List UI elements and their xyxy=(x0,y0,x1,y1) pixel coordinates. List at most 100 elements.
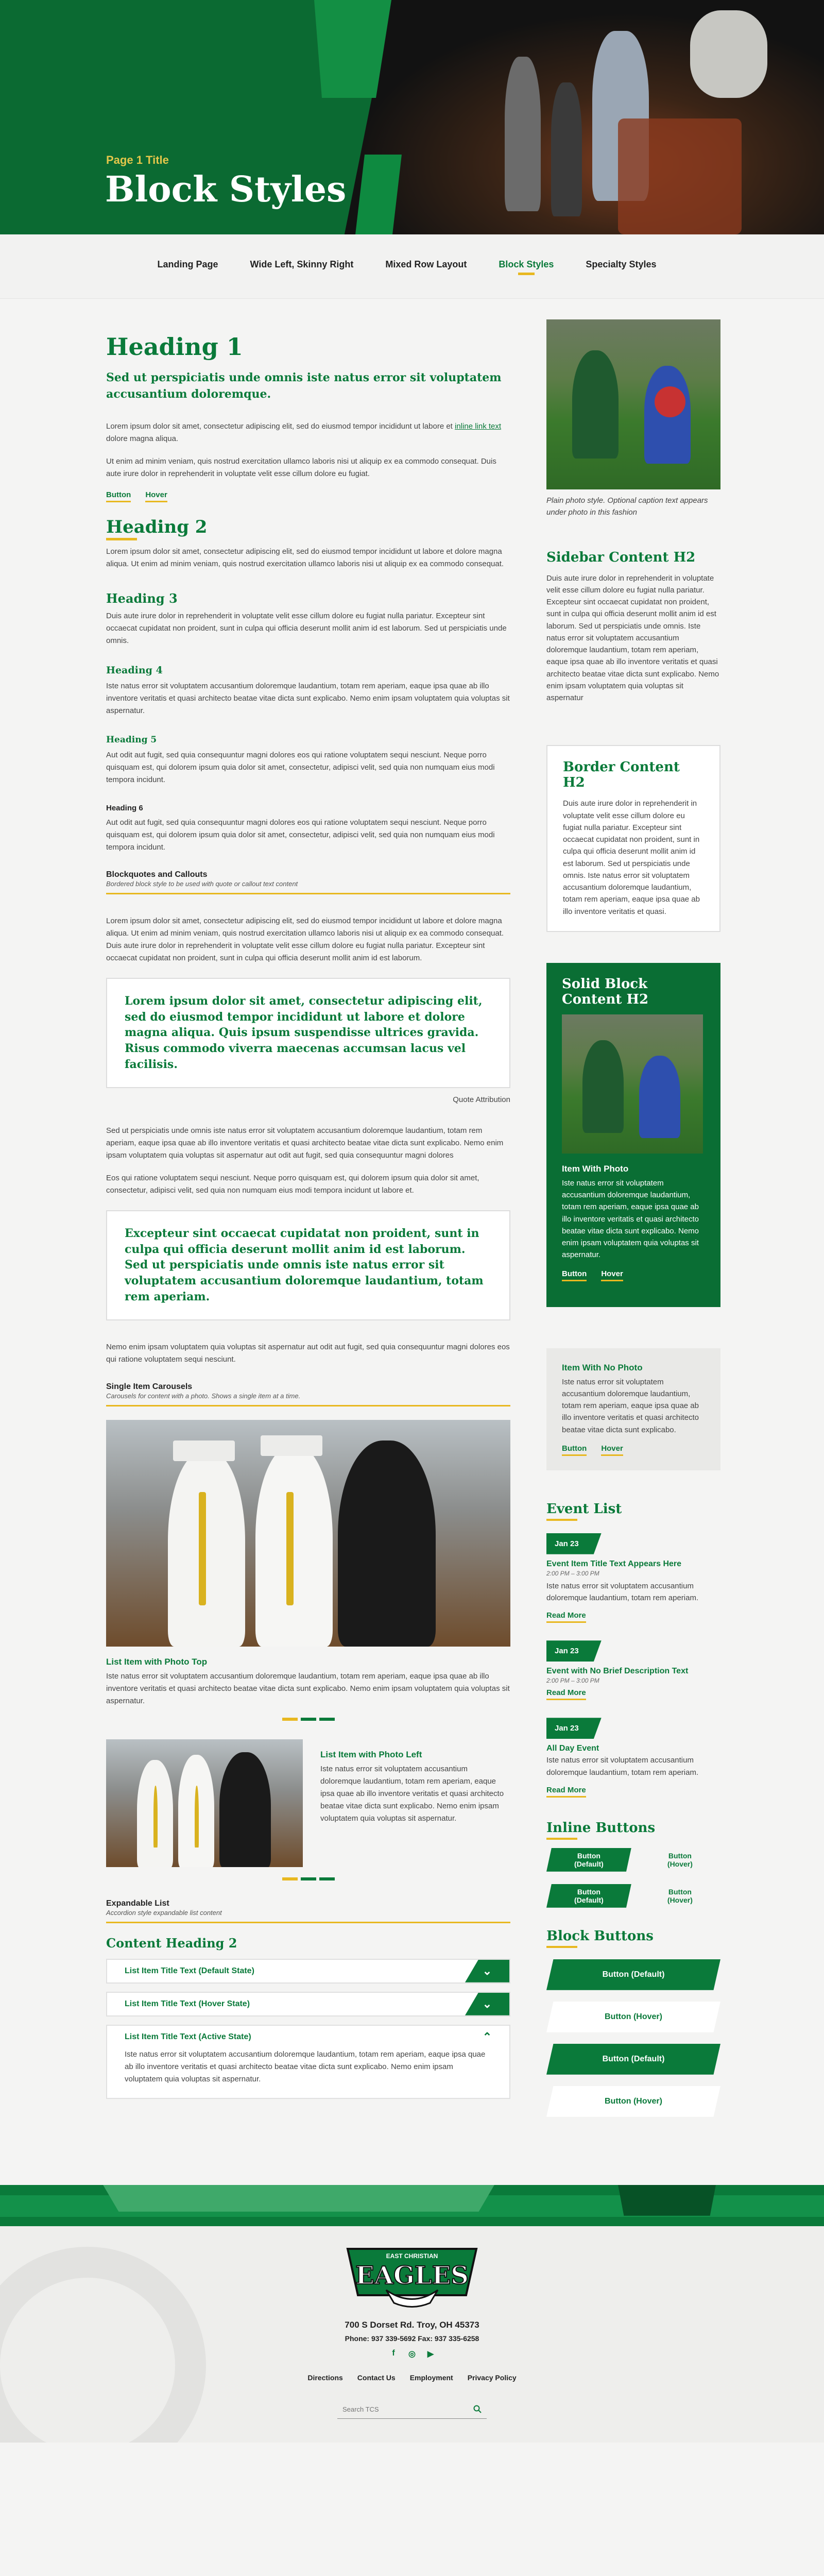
text-button-hover[interactable]: Hover xyxy=(601,1269,623,1281)
carousel-pager[interactable] xyxy=(106,1717,510,1721)
nav-item-landing-page[interactable]: Landing Page xyxy=(157,259,218,274)
carousel-pager[interactable] xyxy=(106,1877,510,1880)
graduation-photo xyxy=(106,1739,303,1867)
block-button-hover[interactable]: Button (Hover) xyxy=(546,2086,720,2117)
section-label-expandable: Expandable List Accordion style expandab… xyxy=(106,1899,510,1923)
site-footer: EAST CHRISTIAN EAGLES 700 S Dorset Rd. T… xyxy=(0,2184,824,2443)
solid-item-title: Item With Photo xyxy=(562,1163,629,1174)
inline-button-hover[interactable]: Button (Hover) xyxy=(640,1884,720,1908)
solid-block: Solid Block Content H2 Item With Photo I… xyxy=(546,962,720,1307)
photo-caption: Plain photo style. Optional caption text… xyxy=(546,496,708,517)
event-date: Jan 23 xyxy=(546,1533,602,1554)
inline-button-default[interactable]: Button (Default) xyxy=(546,1848,631,1872)
event-title[interactable]: Event Item Title Text Appears Here xyxy=(546,1560,720,1569)
text-button-hover[interactable]: Hover xyxy=(601,1444,623,1456)
carousel-item-title: List Item with Photo Top xyxy=(106,1656,208,1667)
event-title[interactable]: All Day Event xyxy=(546,1744,720,1753)
accordion-item[interactable]: List Item Title Text (Hover State) ⌄ xyxy=(106,1991,510,2016)
event-title[interactable]: Event with No Brief Description Text xyxy=(546,1667,720,1676)
football-photo xyxy=(546,319,720,489)
paragraph: Duis aute irure dolor in reprehenderit i… xyxy=(106,611,507,645)
event-desc: Iste natus error sit voluptatem accusant… xyxy=(546,1756,699,1777)
callout-text: Excepteur sint occaecat cupidatat non pr… xyxy=(125,1226,484,1303)
paragraph: Nemo enim ipsam voluptatem quia voluptas… xyxy=(106,1342,510,1364)
paragraph: Iste natus error sit voluptatem accusant… xyxy=(106,681,510,715)
search-icon[interactable] xyxy=(473,2405,482,2413)
text-button[interactable]: Button xyxy=(562,1269,587,1281)
quote-text: Lorem ipsum dolor sit amet, consectetur … xyxy=(125,994,483,1071)
inline-button-default[interactable]: Button (Default) xyxy=(546,1884,631,1908)
text-button-hover[interactable]: Hover xyxy=(145,490,167,502)
hero-banner: Page 1 Title Block Styles xyxy=(0,0,824,234)
read-more-button[interactable]: Read More xyxy=(546,1786,586,1798)
blockquote: Lorem ipsum dolor sit amet, consectetur … xyxy=(106,977,510,1088)
inline-link[interactable]: inline link text xyxy=(455,422,501,431)
heading-4: Heading 4 xyxy=(106,664,163,676)
bordered-heading: Border Content H2 xyxy=(563,759,680,791)
eagles-logo[interactable]: EAST CHRISTIAN EAGLES xyxy=(337,2239,487,2308)
gray-block: Item With No Photo Iste natus error sit … xyxy=(546,1348,720,1470)
read-more-button[interactable]: Read More xyxy=(546,1611,586,1623)
block-button-default[interactable]: Button (Default) xyxy=(546,2043,720,2075)
inline-button-hover[interactable]: Button (Hover) xyxy=(640,1848,720,1872)
text-button-row: Button Hover xyxy=(562,1444,705,1456)
chevron-down-icon: ⌄ xyxy=(465,1992,509,2015)
heading-1: Heading 1 xyxy=(106,333,243,361)
paragraph: Eos qui ratione voluptatem sequi nesciun… xyxy=(106,1173,479,1195)
footer-links: Directions Contact Us Employment Privacy… xyxy=(0,2374,824,2382)
main-column: Heading 1 Sed ut perspiciatis unde omnis… xyxy=(106,319,510,2128)
instagram-icon[interactable]: ◎ xyxy=(407,2349,417,2359)
page-title: Block Styles xyxy=(105,169,347,210)
quote-attribution: Quote Attribution xyxy=(453,1095,510,1104)
bordered-block: Border Content H2 Duis aute irure dolor … xyxy=(546,745,720,932)
heading-3: Heading 3 xyxy=(106,590,178,606)
footer-link-directions[interactable]: Directions xyxy=(307,2374,342,2382)
page-kicker: Page 1 Title xyxy=(106,154,169,166)
carousel-item-photo-left: List Item with Photo Left Iste natus err… xyxy=(106,1739,510,1867)
block-button-default[interactable]: Button (Default) xyxy=(546,1959,720,1990)
lead-text: Sed ut perspiciatis unde omnis iste natu… xyxy=(106,371,502,401)
paragraph: Ut enim ad minim veniam, quis nostrud ex… xyxy=(106,456,496,478)
chevron-up-icon: ⌃ xyxy=(482,2030,492,2043)
read-more-button[interactable]: Read More xyxy=(546,1688,586,1701)
svg-text:EAGLES: EAGLES xyxy=(355,2261,469,2290)
sidebar-heading: Sidebar Content H2 xyxy=(546,549,696,565)
football-photo xyxy=(562,1014,703,1154)
paragraph: Lorem ipsum dolor sit amet, consectetur … xyxy=(106,916,504,962)
footer-phone: Phone: 937 339-5692 Fax: 937 335-6258 xyxy=(345,2334,479,2343)
accordion-item[interactable]: List Item Title Text (Default State) ⌄ xyxy=(106,1958,510,1984)
accordion-item-active[interactable]: List Item Title Text (Active State) ⌃ Ist… xyxy=(106,2024,510,2099)
facebook-icon[interactable]: f xyxy=(388,2349,399,2359)
heading-5: Heading 5 xyxy=(106,734,157,745)
event-item: Jan 23 Event Item Title Text Appears Her… xyxy=(546,1528,720,1623)
social-links: f ◎ ▶ xyxy=(0,2349,824,2359)
accordion-body: Iste natus error sit voluptatem accusant… xyxy=(125,2049,486,2083)
section-nav: Landing Page Wide Left, Skinny Right Mix… xyxy=(0,234,824,299)
solid-heading: Solid Block Content H2 xyxy=(562,976,649,1007)
hero-photo xyxy=(330,0,824,234)
event-list-title: Event List xyxy=(546,1501,720,1521)
nav-item-specialty-styles[interactable]: Specialty Styles xyxy=(586,259,656,274)
text-button-row: Button Hover xyxy=(106,490,510,502)
graduation-photo xyxy=(106,1419,510,1647)
footer-link-privacy[interactable]: Privacy Policy xyxy=(468,2374,517,2382)
text-button[interactable]: Button xyxy=(562,1444,587,1456)
block-button-hover[interactable]: Button (Hover) xyxy=(546,2001,720,2032)
search-input[interactable] xyxy=(342,2405,456,2413)
sidebar-text: Duis aute irure dolor in reprehenderit i… xyxy=(546,573,719,703)
event-date: Jan 23 xyxy=(546,1640,602,1662)
footer-link-employment[interactable]: Employment xyxy=(410,2374,453,2382)
paragraph: Lorem ipsum dolor sit amet, consectetur … xyxy=(106,421,502,443)
youtube-icon[interactable]: ▶ xyxy=(425,2349,436,2359)
inline-button-row: Button (Default) Button (Hover) xyxy=(546,1848,720,1872)
event-desc: Iste natus error sit voluptatem accusant… xyxy=(546,1581,699,1602)
footer-band-accent xyxy=(103,2184,494,2212)
text-button[interactable]: Button xyxy=(106,490,131,502)
text-button-row: Button Hover xyxy=(562,1269,705,1281)
nav-item-wide-left[interactable]: Wide Left, Skinny Right xyxy=(250,259,354,274)
nav-item-mixed-row[interactable]: Mixed Row Layout xyxy=(385,259,467,274)
event-date: Jan 23 xyxy=(546,1718,602,1739)
footer-link-contact[interactable]: Contact Us xyxy=(357,2374,396,2382)
sidebar: Plain photo style. Optional caption text… xyxy=(546,319,720,2128)
nav-item-block-styles[interactable]: Block Styles xyxy=(499,259,554,275)
